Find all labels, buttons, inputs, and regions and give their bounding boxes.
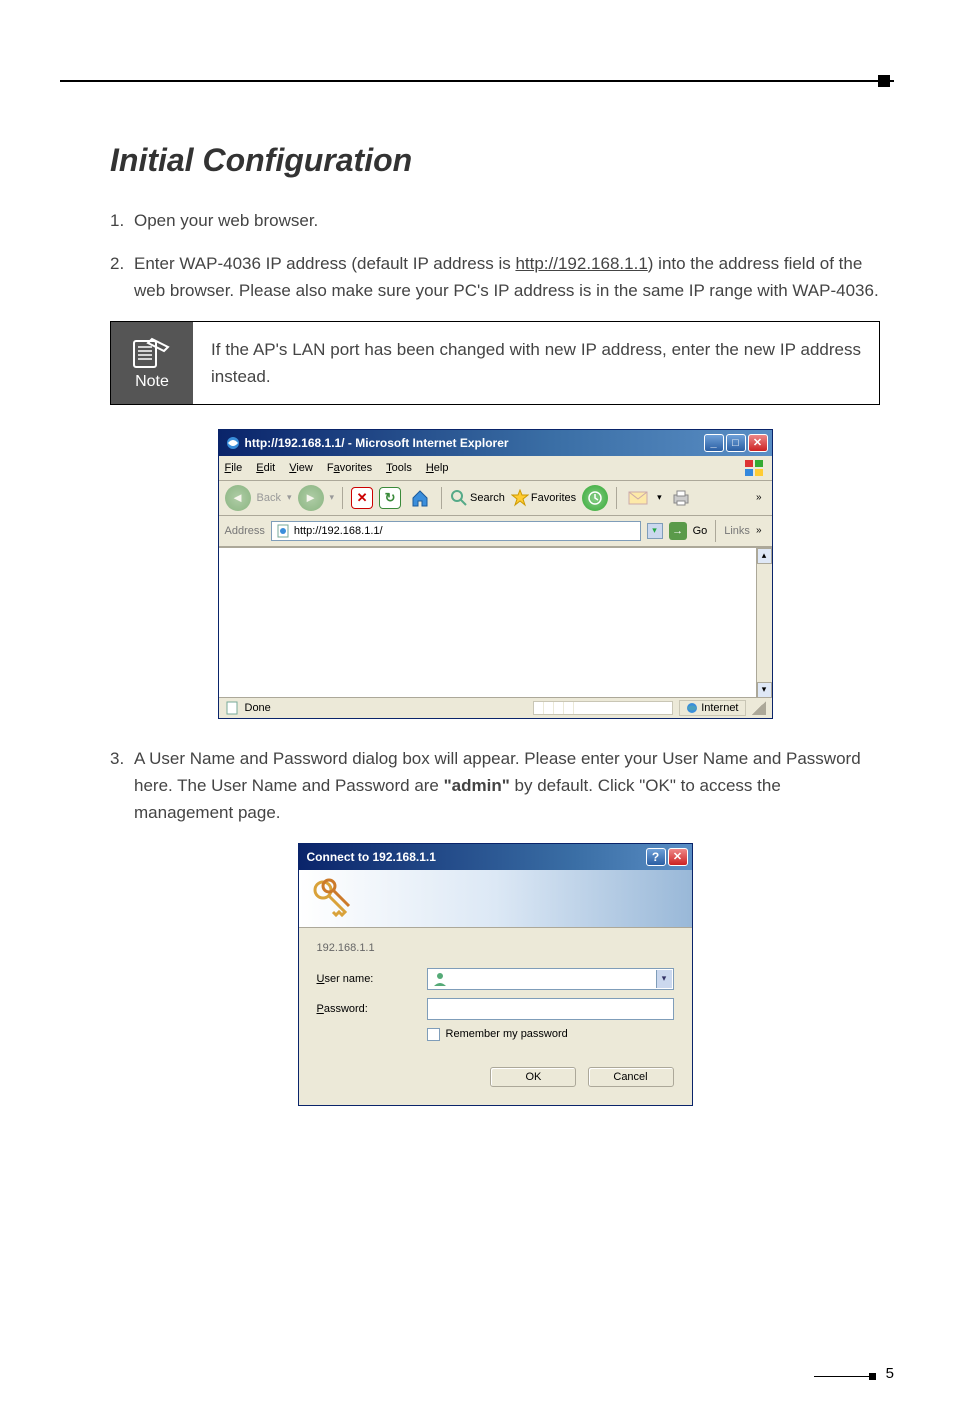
note-box: Note If the AP's LAN port has been chang… xyxy=(110,321,880,405)
step-1: 1. Open your web browser. xyxy=(110,207,880,234)
close-button[interactable]: ✕ xyxy=(748,434,768,452)
auth-titlebar[interactable]: Connect to 192.168.1.1 ? ✕ xyxy=(299,844,692,870)
home-icon xyxy=(410,488,430,508)
page-footer-rule xyxy=(814,1376,874,1377)
menu-view[interactable]: View xyxy=(289,462,313,474)
menu-file[interactable]: File xyxy=(225,462,243,474)
step-2-prefix: Enter WAP-4036 IP address (default IP ad… xyxy=(134,254,515,273)
auth-banner xyxy=(299,870,692,928)
menu-help[interactable]: Help xyxy=(426,462,449,474)
note-label: Note xyxy=(135,373,169,391)
ie-statusbar: Done Internet xyxy=(219,697,772,718)
search-icon xyxy=(450,489,468,507)
forward-dropdown[interactable]: ▾ xyxy=(330,492,335,503)
go-label: Go xyxy=(693,525,708,537)
favorites-label: Favorites xyxy=(531,492,576,504)
search-button[interactable]: Search xyxy=(450,489,505,507)
step-2-num: 2. xyxy=(110,250,124,277)
history-icon xyxy=(588,491,602,505)
favorites-button[interactable]: Favorites xyxy=(511,489,576,507)
page-number: 5 xyxy=(886,1365,894,1382)
refresh-button[interactable]: ↻ xyxy=(379,487,401,509)
ie-title-text: http://192.168.1.1/ - Microsoft Internet… xyxy=(245,436,702,450)
auth-server: 192.168.1.1 xyxy=(317,942,674,954)
history-button[interactable] xyxy=(582,485,608,511)
status-done: Done xyxy=(245,702,271,714)
scroll-down[interactable]: ▾ xyxy=(757,682,772,698)
windows-flag-icon xyxy=(744,459,766,477)
step-3-bold: "admin" xyxy=(444,776,510,795)
cancel-button[interactable]: Cancel xyxy=(588,1067,674,1087)
mail-button[interactable] xyxy=(625,485,651,511)
keys-icon xyxy=(309,876,355,922)
ie-app-icon xyxy=(225,435,241,451)
step-2: 2. Enter WAP-4036 IP address (default IP… xyxy=(110,250,880,304)
status-progress xyxy=(533,701,673,715)
page-icon xyxy=(276,524,290,538)
links-label[interactable]: Links xyxy=(724,525,750,537)
back-button[interactable]: ◄ xyxy=(225,485,251,511)
remember-checkbox[interactable]: Remember my password xyxy=(427,1028,674,1041)
ie-menubar: File Edit View Favorites Tools Help xyxy=(219,456,772,481)
address-value: http://192.168.1.1/ xyxy=(294,525,383,537)
print-icon xyxy=(671,489,691,507)
internet-zone-icon xyxy=(686,702,698,714)
menu-favorites[interactable]: Favorites xyxy=(327,462,372,474)
note-text: If the AP's LAN port has been changed wi… xyxy=(193,322,879,404)
dialog-help-button[interactable]: ? xyxy=(646,848,666,866)
ie-toolbar: ◄ Back ▾ ► ▾ ✕ ↻ Search Favorites xyxy=(219,481,772,516)
forward-button[interactable]: ► xyxy=(298,485,324,511)
ie-titlebar[interactable]: http://192.168.1.1/ - Microsoft Internet… xyxy=(219,430,772,456)
search-label: Search xyxy=(470,492,505,504)
print-button[interactable] xyxy=(668,485,694,511)
page-done-icon xyxy=(225,701,239,715)
ok-button[interactable]: OK xyxy=(490,1067,576,1087)
username-label: User name: xyxy=(317,973,427,985)
menu-edit[interactable]: Edit xyxy=(256,462,275,474)
address-input[interactable]: http://192.168.1.1/ xyxy=(271,521,641,541)
status-zone-text: Internet xyxy=(701,702,738,714)
back-label: Back xyxy=(257,492,281,504)
step-3-num: 3. xyxy=(110,745,124,772)
auth-title-text: Connect to 192.168.1.1 xyxy=(307,850,644,864)
step-1-text: Open your web browser. xyxy=(134,211,318,230)
auth-dialog: Connect to 192.168.1.1 ? ✕ 192.168.1.1 U… xyxy=(298,843,693,1106)
ie-viewport: ▴ ▾ xyxy=(219,547,772,697)
username-dropdown[interactable]: ▾ xyxy=(656,970,672,988)
star-icon xyxy=(511,489,529,507)
step-3: 3. A User Name and Password dialog box w… xyxy=(110,745,880,827)
maximize-button[interactable]: □ xyxy=(726,434,746,452)
step-2-url: http://192.168.1.1 xyxy=(515,254,647,273)
stop-button[interactable]: ✕ xyxy=(351,487,373,509)
note-icon xyxy=(132,335,172,369)
page-top-rule xyxy=(60,80,894,82)
password-field[interactable] xyxy=(427,998,674,1020)
ie-window: http://192.168.1.1/ - Microsoft Internet… xyxy=(218,429,773,719)
resize-grip[interactable] xyxy=(752,701,766,715)
note-icon-cell: Note xyxy=(111,322,193,404)
ie-addressbar: Address http://192.168.1.1/ ▾ → Go Links… xyxy=(219,516,772,547)
status-zone: Internet xyxy=(679,700,745,716)
step-1-num: 1. xyxy=(110,207,124,234)
go-button[interactable]: → xyxy=(669,522,687,540)
address-dropdown[interactable]: ▾ xyxy=(647,523,663,539)
back-dropdown[interactable]: ▾ xyxy=(287,492,292,503)
minimize-button[interactable]: _ xyxy=(704,434,724,452)
remember-label: Remember my password xyxy=(446,1028,568,1040)
password-label: Password: xyxy=(317,1003,427,1015)
address-label: Address xyxy=(225,525,265,537)
mail-dropdown[interactable]: ▾ xyxy=(657,492,662,503)
dialog-close-button[interactable]: ✕ xyxy=(668,848,688,866)
username-field[interactable]: ▾ xyxy=(427,968,674,990)
scroll-up[interactable]: ▴ xyxy=(757,548,772,564)
mail-icon xyxy=(628,490,648,506)
links-overflow[interactable]: » xyxy=(756,525,766,536)
toolbar-overflow[interactable]: » xyxy=(756,492,766,503)
scrollbar[interactable]: ▴ ▾ xyxy=(756,548,772,697)
user-icon xyxy=(432,971,448,987)
menu-tools[interactable]: Tools xyxy=(386,462,412,474)
checkbox-box[interactable] xyxy=(427,1028,440,1041)
home-button[interactable] xyxy=(407,485,433,511)
page-heading: Initial Configuration xyxy=(110,142,880,179)
